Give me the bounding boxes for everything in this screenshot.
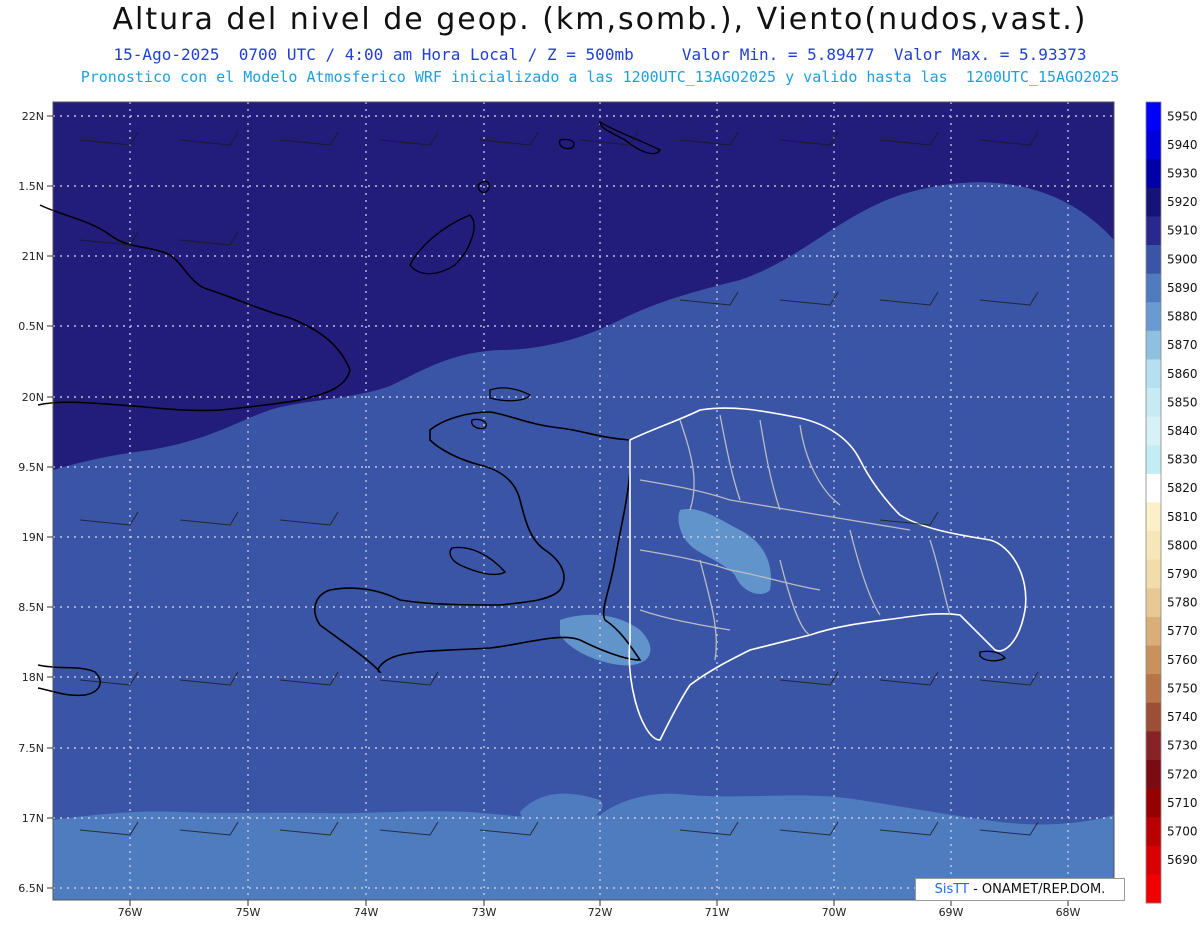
lat-label: 0.5N: [18, 320, 44, 333]
colorbar-label: 5800: [1167, 538, 1198, 552]
map-figure: 22N 1.5N 21N 0.5N 20N 9.5N 19N 8.5N 18N 7.5N 17N 6.…: [18, 101, 1198, 919]
colorbar-swatch: [1146, 273, 1161, 303]
colorbar-label: 5830: [1167, 453, 1198, 467]
colorbar-label: 5700: [1167, 824, 1198, 838]
colorbar-swatch: [1146, 559, 1161, 589]
colorbar-swatch: [1146, 531, 1161, 561]
colorbar-label: 5950: [1167, 109, 1198, 123]
colorbar-swatch: [1146, 102, 1161, 132]
lon-label: 75W: [236, 906, 261, 919]
colorbar-label: 5790: [1167, 567, 1198, 581]
lat-label: 1.5N: [18, 180, 44, 193]
lat-label: 18N: [22, 671, 44, 684]
colorbar-swatch: [1146, 759, 1161, 790]
colorbar-swatch: [1146, 130, 1161, 160]
colorbar-swatch: [1146, 388, 1161, 418]
colorbar-swatch: [1146, 187, 1161, 217]
colorbar-label: 5850: [1167, 395, 1198, 409]
colorbar: 5950 5940 5930 5920 5910 5900 5890 5880 5870 5860…: [1145, 101, 1198, 904]
lon-label: 76W: [118, 906, 143, 919]
colorbar-label: 5870: [1167, 338, 1198, 352]
colorbar-label: 5920: [1167, 195, 1198, 209]
lon-label: 72W: [588, 906, 613, 919]
lon-label: 73W: [472, 906, 497, 919]
colorbar-label: 5760: [1167, 653, 1198, 667]
colorbar-label: 5770: [1167, 624, 1198, 638]
colorbar-label: 5780: [1167, 596, 1198, 610]
lon-label: 71W: [705, 906, 730, 919]
lat-label: 19N: [22, 531, 44, 544]
colorbar-label: 5810: [1167, 510, 1198, 524]
colorbar-swatch: [1146, 616, 1161, 647]
lat-label: 20N: [22, 391, 44, 404]
latitude-labels: 22N 1.5N 21N 0.5N 20N 9.5N 19N 8.5N 18N 7.5N 17N 6.…: [18, 110, 53, 895]
colorbar-swatch: [1146, 588, 1161, 618]
colorbar-label: 5860: [1167, 367, 1198, 381]
colorbar-swatch: [1146, 817, 1161, 847]
lat-label: 22N: [22, 110, 44, 123]
colorbar-swatch: [1146, 502, 1161, 532]
colorbar-swatch: [1146, 731, 1161, 761]
colorbar-swatch: [1146, 788, 1161, 818]
colorbar-swatch: [1146, 645, 1161, 675]
lat-label: 6.5N: [18, 882, 44, 895]
colorbar-swatch: [1146, 845, 1161, 875]
colorbar-swatch: [1146, 245, 1161, 275]
colorbar-swatch: [1146, 159, 1161, 189]
colorbar-swatch: [1146, 416, 1161, 446]
colorbar-swatch: [1146, 874, 1161, 904]
colorbar-label: 5840: [1167, 424, 1198, 438]
colorbar-swatch: [1146, 702, 1161, 732]
colorbar-swatch: [1146, 473, 1161, 503]
colorbar-swatch: [1146, 359, 1161, 389]
longitude-labels: 76W 75W 74W 73W 72W 71W 70W 69W 68W: [118, 900, 1081, 919]
colorbar-label: 5820: [1167, 481, 1198, 495]
lon-label: 69W: [939, 906, 964, 919]
colorbar-swatch: [1146, 445, 1161, 475]
colorbar-swatch: [1146, 216, 1161, 246]
lat-label: 17N: [22, 812, 44, 825]
colorbar-label: 5690: [1167, 853, 1198, 867]
lat-label: 8.5N: [18, 601, 44, 614]
lon-label: 74W: [354, 906, 379, 919]
colorbar-label: 5730: [1167, 739, 1198, 753]
credit-box: SisTT - ONAMET/REP.DOM.: [915, 878, 1125, 901]
colorbar-label: 5890: [1167, 281, 1198, 295]
colorbar-label: 5740: [1167, 710, 1198, 724]
colorbar-swatch: [1146, 302, 1161, 332]
colorbar-swatch: [1146, 330, 1161, 360]
colorbar-label: 5910: [1167, 224, 1198, 238]
colorbar-label: 5710: [1167, 796, 1198, 810]
colorbar-label: 5750: [1167, 681, 1198, 695]
lat-label: 21N: [22, 250, 44, 263]
colorbar-swatch: [1146, 674, 1161, 704]
colorbar-label: 5720: [1167, 767, 1198, 781]
colorbar-label: 5940: [1167, 138, 1198, 152]
colorbar-label: 5900: [1167, 252, 1198, 266]
lat-label: 9.5N: [18, 461, 44, 474]
credit-org: - ONAMET/REP.DOM.: [968, 882, 1106, 897]
colorbar-label: 5880: [1167, 310, 1198, 324]
lon-label: 68W: [1056, 906, 1081, 919]
lon-label: 70W: [822, 906, 847, 919]
sistt-logo: SisTT: [934, 882, 969, 897]
lat-label: 7.5N: [18, 742, 44, 755]
colorbar-label: 5930: [1167, 167, 1198, 181]
